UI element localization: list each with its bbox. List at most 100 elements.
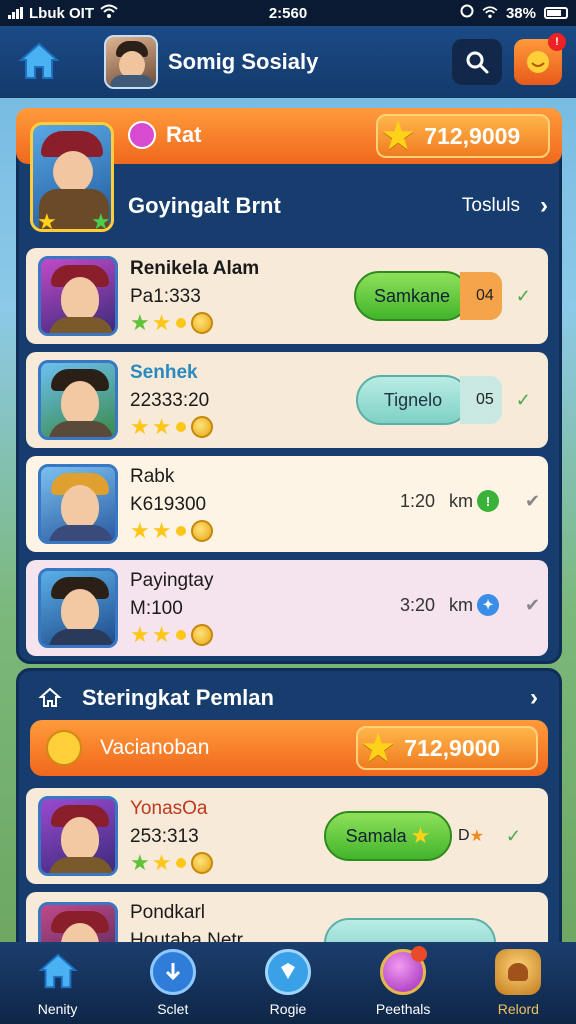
nav-item-rogie[interactable]: Rogie	[238, 949, 338, 1017]
coin-icon	[191, 520, 214, 542]
row-sub: K619300	[130, 494, 207, 515]
row-action-button[interactable]: Tignelo	[356, 375, 470, 425]
potion-icon	[128, 121, 156, 149]
row-name: Renikela Alam	[130, 258, 260, 279]
check-icon: ✓	[515, 285, 531, 306]
coin-icon	[191, 416, 214, 438]
row-sub: M:100	[130, 598, 183, 619]
star-icon: ★	[37, 209, 57, 232]
rating: ★ ★	[130, 520, 330, 542]
avatar	[38, 360, 118, 440]
chevron-right-icon: ›	[530, 684, 538, 711]
app-header: Somig Sosialy !	[0, 26, 576, 98]
nav-item-peethals[interactable]: Peethals	[353, 946, 453, 1017]
chevron-right-icon: ›	[540, 192, 548, 219]
star-icon: ★	[151, 622, 172, 647]
row-name: YonasOa	[130, 798, 208, 819]
star-icon: ★	[151, 310, 172, 335]
panel1-section-title: Goyingalt Brnt	[128, 193, 281, 218]
chevron-down-icon[interactable]: ✔	[525, 595, 540, 616]
panel1-score: 712,9009	[424, 122, 521, 149]
battery-label: 38%	[505, 4, 536, 22]
avatar	[38, 256, 118, 336]
status-bar: Lbuk OIT 2:560 38%	[0, 0, 576, 26]
nav-label: Nenity	[37, 1001, 78, 1017]
smile-icon	[46, 730, 82, 766]
list-item[interactable]: Payingtay M:100 ★ ★ 3:20 km ✦ ✔	[26, 560, 548, 656]
star-icon: ★	[151, 850, 172, 875]
star-icon: ★	[362, 727, 395, 768]
notification-badge: !	[548, 33, 566, 51]
wifi-icon-right	[482, 5, 498, 22]
bottom-nav: Nenity Sclet Rogie Peethals Relord	[0, 942, 576, 1024]
panel2-score: 712,9000	[404, 734, 501, 761]
home-button[interactable]	[14, 37, 64, 87]
star-icon: ★	[130, 622, 150, 647]
download-icon	[149, 949, 196, 995]
row-tag: 04	[460, 272, 502, 320]
nav-label: Sclet	[157, 1001, 189, 1017]
panel2-section-title: Steringkat Pemlan	[82, 685, 274, 710]
nav-label: Relord	[497, 1001, 539, 1017]
trophy-icon	[495, 949, 542, 995]
panel1-score-pill: ★ 712,9009	[376, 114, 550, 158]
carrier-label: Lbuk OIT	[29, 4, 94, 22]
star-icon: ★	[91, 209, 111, 232]
row-tag: 05	[460, 376, 502, 424]
list-item[interactable]: Renikela Alam Pa1:333 ★ ★ Samkane 04 ✓	[26, 248, 548, 344]
star-icon: ★	[410, 823, 431, 848]
check-icon: ✓	[515, 389, 531, 410]
nav-item-nenity[interactable]: Nenity	[8, 949, 108, 1017]
panel1-section-header[interactable]: Goyingalt Brnt Tosluls ›	[118, 174, 548, 238]
app-title: Somig Sosialy	[168, 49, 319, 74]
row-unit: km	[449, 490, 474, 511]
rating: ★ ★	[130, 624, 330, 646]
list-item[interactable]: Senhek 22333:20 ★ ★ Tignelo 05 ✓	[26, 352, 548, 448]
star-icon: ★	[130, 310, 150, 335]
row-sub: 22333:20	[130, 390, 210, 411]
rating: ★ ★	[130, 416, 330, 438]
row-tag-label: D	[458, 827, 470, 844]
panel2-score-pill: ★ 712,9000	[356, 726, 538, 770]
featured-avatar[interactable]: ★ ★	[30, 122, 114, 232]
nav-label: Rogie	[269, 1001, 307, 1017]
orb-icon	[380, 946, 428, 995]
wifi-icon	[100, 4, 118, 22]
row-name: Rabk	[130, 466, 175, 487]
row-sub: Pa1:333	[130, 286, 201, 307]
row-action-button[interactable]: Samala ★	[324, 811, 452, 861]
smile-icon	[527, 51, 549, 73]
list-item[interactable]: YonasOa 253:313 ★ ★ Samala ★ D ★ ✓	[26, 788, 548, 884]
panel1-tab-label: Rat	[166, 122, 202, 147]
panel1-section-link[interactable]: Tosluls	[462, 195, 520, 217]
alarm-icon	[460, 4, 474, 22]
star-icon: ★	[151, 414, 172, 439]
avatar	[38, 568, 118, 648]
rating: ★ ★	[130, 312, 330, 334]
notifications-button[interactable]: !	[514, 33, 566, 85]
row-name: Pondkarl	[130, 902, 205, 923]
row-action-label: Samala	[345, 825, 407, 846]
nav-item-relord[interactable]: Relord	[468, 949, 568, 1017]
profile-avatar[interactable]	[104, 35, 158, 89]
star-icon: ★	[130, 850, 150, 875]
chevron-down-icon[interactable]: ✔	[525, 491, 540, 512]
shield-icon: ✦	[477, 594, 500, 616]
rating: ★ ★	[130, 852, 330, 874]
nav-item-sclet[interactable]: Sclet	[123, 949, 223, 1017]
check-icon: ✓	[505, 825, 521, 846]
row-action-button[interactable]: Samkane	[354, 271, 470, 321]
star-icon: ★	[130, 518, 150, 543]
row-tag: D ★	[458, 827, 484, 845]
coin-icon	[191, 312, 214, 334]
coin-icon	[191, 852, 214, 874]
nav-label: Peethals	[375, 1001, 431, 1017]
star-icon: ★	[130, 414, 150, 439]
home-icon	[35, 949, 81, 995]
panel2-bar-label: Vacianoban	[100, 736, 210, 759]
list-item[interactable]: Rabk K619300 ★ ★ 1:20 km ! ✔	[26, 456, 548, 552]
search-button[interactable]	[452, 39, 502, 85]
row-name: Payingtay	[130, 570, 214, 591]
shield-icon	[264, 949, 311, 995]
search-icon	[466, 51, 489, 74]
